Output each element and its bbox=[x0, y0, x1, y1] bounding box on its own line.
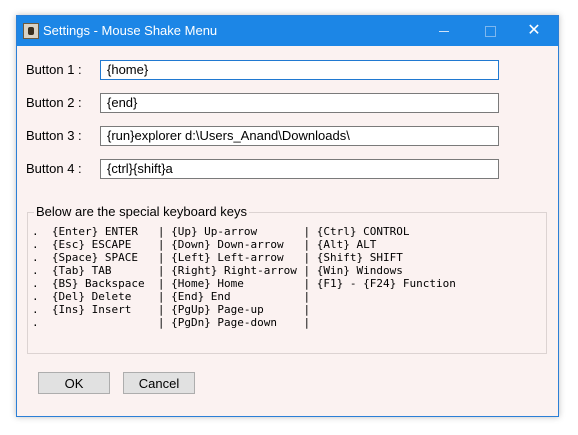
maximize-icon bbox=[484, 25, 496, 37]
keys-line: . {BS} Backspace | {Home} Home | {F1} - … bbox=[32, 277, 456, 290]
close-button[interactable]: ✕ bbox=[511, 16, 557, 46]
button-3-label: Button 3 : bbox=[26, 128, 82, 143]
special-keys-group: Below are the special keyboard keys . {E… bbox=[27, 204, 547, 354]
button-4-label: Button 4 : bbox=[26, 161, 82, 176]
button-2-field[interactable]: {end} bbox=[100, 93, 499, 113]
close-icon: ✕ bbox=[527, 22, 541, 39]
minimize-icon bbox=[439, 30, 449, 32]
ok-button[interactable]: OK bbox=[38, 372, 110, 394]
keys-line: . {Space} SPACE | {Left} Left-arrow | {S… bbox=[32, 251, 403, 264]
button-1-field[interactable]: {home} bbox=[100, 60, 499, 80]
keys-line: . {Tab} TAB | {Right} Right-arrow | {Win… bbox=[32, 264, 403, 277]
keys-line: . {Del} Delete | {End} End | bbox=[32, 290, 311, 303]
maximize-button[interactable] bbox=[467, 16, 513, 46]
special-keys-list: . {Enter} ENTER | {Up} Up-arrow | {Ctrl}… bbox=[32, 225, 456, 329]
keys-line: . | {PgDn} Page-down | bbox=[32, 316, 311, 329]
button-2-label: Button 2 : bbox=[26, 95, 82, 110]
keys-line: . {Ins} Insert | {PgUp} Page-up | bbox=[32, 303, 311, 316]
app-icon bbox=[23, 23, 39, 39]
title-bar[interactable]: Settings - Mouse Shake Menu ✕ bbox=[17, 16, 558, 46]
keys-line: . {Enter} ENTER | {Up} Up-arrow | {Ctrl}… bbox=[32, 225, 410, 238]
button-4-field[interactable]: {ctrl}{shift}a bbox=[100, 159, 499, 179]
minimize-button[interactable] bbox=[421, 16, 467, 46]
settings-window: Settings - Mouse Shake Menu ✕ Button 1 :… bbox=[16, 15, 559, 417]
window-title: Settings - Mouse Shake Menu bbox=[43, 23, 218, 38]
cancel-button[interactable]: Cancel bbox=[123, 372, 195, 394]
keys-line: . {Esc} ESCAPE | {Down} Down-arrow | {Al… bbox=[32, 238, 377, 251]
button-3-field[interactable]: {run}explorer d:\Users_Anand\Downloads\ bbox=[100, 126, 499, 146]
special-keys-legend: Below are the special keyboard keys bbox=[34, 204, 250, 219]
button-1-label: Button 1 : bbox=[26, 62, 82, 77]
